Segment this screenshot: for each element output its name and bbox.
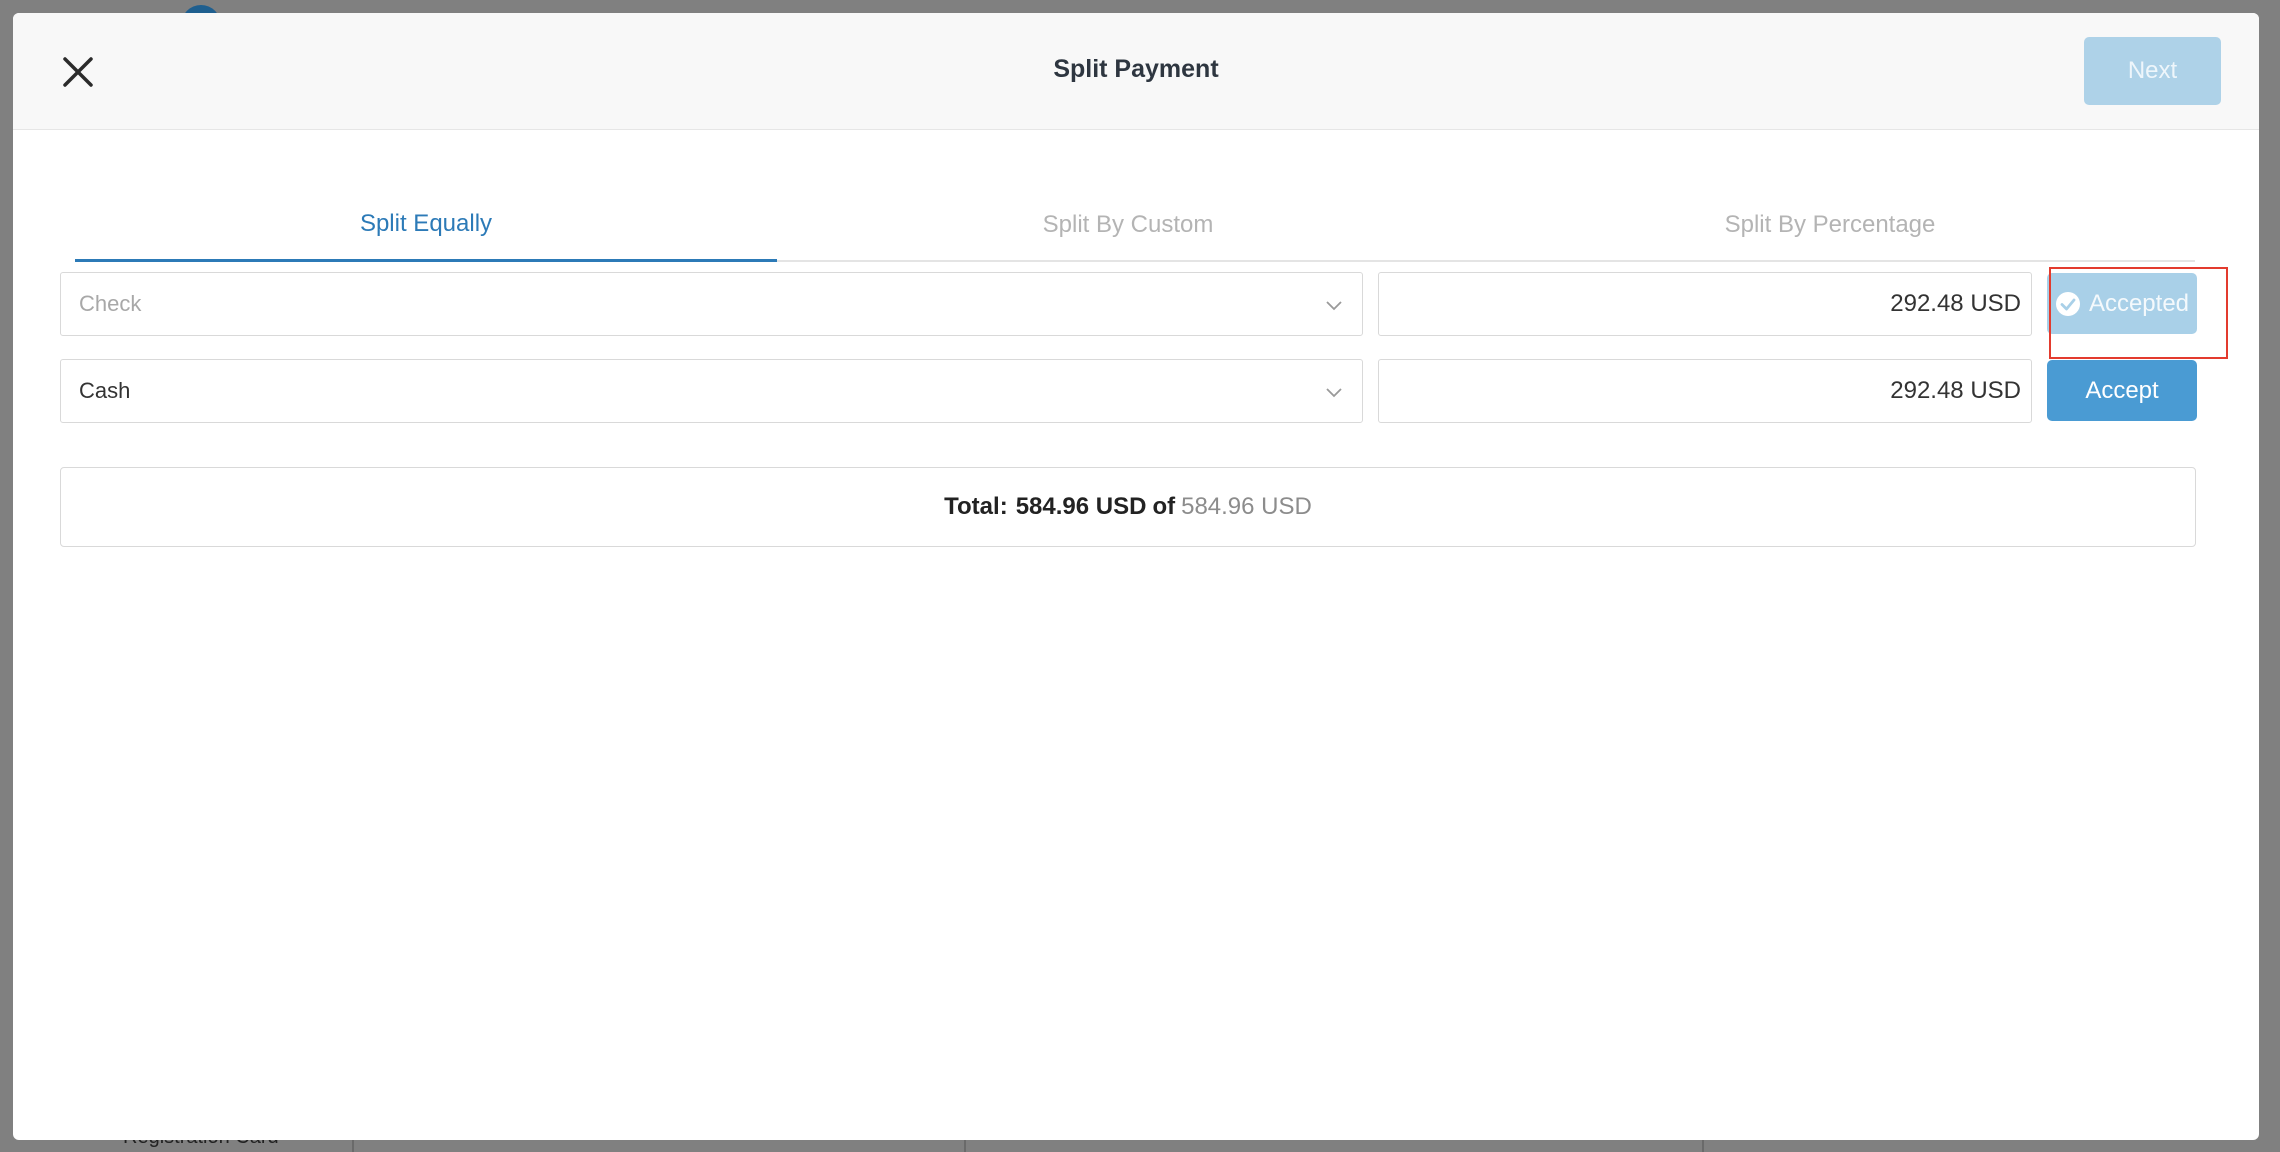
chevron-down-icon	[1326, 388, 1342, 398]
payment-amount-input[interactable]	[1378, 272, 2032, 336]
background-divider	[352, 1140, 354, 1152]
chevron-down-icon	[1326, 301, 1342, 311]
payment-amount-input[interactable]	[1378, 359, 2032, 423]
background-divider	[964, 1140, 966, 1152]
tab-split-equally[interactable]: Split Equally	[75, 188, 777, 262]
payment-method-select[interactable]: Cash	[60, 359, 1363, 423]
total-summary: Total: 584.96 USD of 584.96 USD	[60, 467, 2196, 547]
tab-split-by-custom[interactable]: Split By Custom	[777, 188, 1479, 262]
split-payment-modal: Split Payment Next Split Equally Split B…	[13, 13, 2259, 1140]
accepted-label: Accepted	[2088, 289, 2190, 317]
payment-row: Check Accepted	[60, 272, 2210, 336]
total-label: Total:	[944, 493, 1008, 520]
accept-button[interactable]: Accept	[2047, 360, 2197, 421]
next-button[interactable]: Next	[2084, 37, 2221, 105]
modal-title: Split Payment	[1053, 55, 1219, 83]
total-amount: 584.96 USD	[1015, 493, 1147, 520]
payment-row: Cash Accept	[60, 359, 2210, 423]
accepted-button[interactable]: Accepted	[2047, 273, 2197, 334]
payment-method-select[interactable]: Check	[60, 272, 1363, 336]
modal-header: Split Payment Next	[13, 13, 2259, 130]
split-mode-tabs: Split Equally Split By Custom Split By P…	[75, 188, 2195, 262]
tab-split-by-percentage[interactable]: Split By Percentage	[1479, 188, 2181, 262]
payment-method-value: Check	[79, 291, 142, 316]
check-circle-icon	[2055, 291, 2080, 316]
payment-method-value: Cash	[79, 378, 131, 403]
total-of-text: of	[1152, 493, 1176, 520]
background-divider	[1702, 1140, 1704, 1152]
grand-total-amount: 584.96 USD	[1181, 493, 1312, 520]
